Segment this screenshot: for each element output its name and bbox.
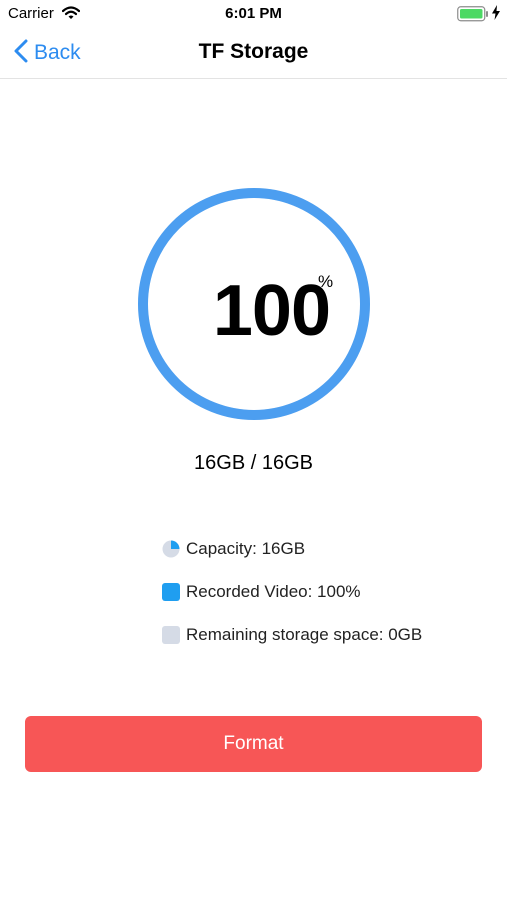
legend-remaining-space: Remaining storage space: 0GB [162,624,422,646]
legend-remaining-space-label: Remaining storage space: 0GB [186,625,423,644]
navigation-bar: Back TF Storage [0,28,507,79]
storage-percent-value: 100 [212,271,331,351]
battery-icon [457,6,489,27]
storage-usage-text: 16GB / 16GB [194,452,313,474]
clock: 6:01 PM [225,5,282,22]
status-bar: Carrier 6:01 PM [0,0,507,28]
format-button[interactable]: Format [25,716,482,772]
legend-capacity: Capacity: 16GB [162,538,305,560]
page-title: TF Storage [198,40,309,63]
pie-chart-icon [162,540,180,558]
charging-bolt-icon [492,5,500,25]
legend-recorded-video: Recorded Video: 100% [162,581,361,603]
percent-sign: % [318,272,334,291]
gray-swatch-icon [162,626,180,644]
legend-capacity-label: Capacity: 16GB [186,539,306,558]
legend-recorded-video-label: Recorded Video: 100% [186,582,361,601]
blue-swatch-icon [162,583,180,601]
